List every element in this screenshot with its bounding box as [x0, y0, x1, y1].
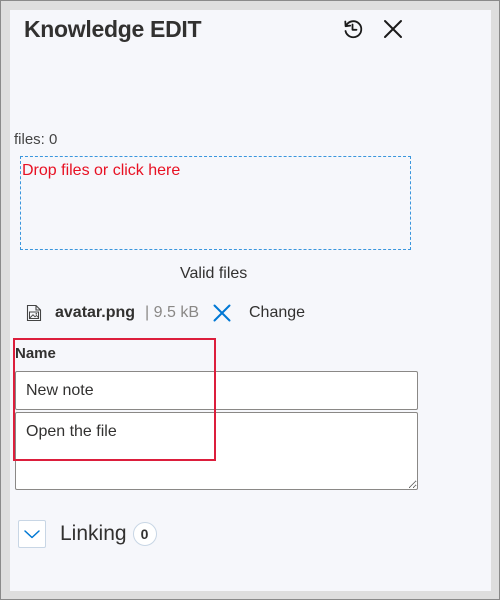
- image-file-icon: [26, 304, 42, 322]
- remove-file-button[interactable]: [211, 302, 233, 324]
- close-button[interactable]: [380, 16, 406, 42]
- valid-files-label: Valid files: [180, 265, 248, 282]
- linking-section: Linking 0: [18, 520, 157, 548]
- knowledge-edit-panel: Knowledge EDIT files: 0 Drop files or cl…: [10, 10, 491, 591]
- chevron-down-icon: [24, 530, 40, 539]
- close-icon: [384, 20, 402, 38]
- name-label: Name: [15, 345, 56, 362]
- linking-expand-button[interactable]: [18, 520, 46, 548]
- history-button[interactable]: [340, 16, 366, 42]
- dropzone-text: Drop files or click here: [22, 162, 181, 179]
- file-item: avatar.png | 9.5 kB Change: [26, 301, 305, 325]
- linking-label: Linking: [60, 522, 127, 545]
- files-count: files: 0: [14, 131, 58, 148]
- history-icon: [344, 20, 363, 39]
- file-dropzone[interactable]: Drop files or click here: [20, 156, 411, 250]
- remove-icon: [213, 304, 231, 322]
- change-file-button[interactable]: Change: [249, 304, 305, 322]
- description-textarea[interactable]: Open the file: [15, 412, 418, 490]
- linking-count-badge: 0: [132, 522, 157, 546]
- window-frame: Knowledge EDIT files: 0 Drop files or cl…: [0, 0, 500, 600]
- file-size: | 9.5 kB: [145, 304, 199, 321]
- name-input[interactable]: [15, 371, 418, 410]
- panel-title: Knowledge EDIT: [24, 16, 202, 42]
- file-name: avatar.png: [55, 304, 136, 321]
